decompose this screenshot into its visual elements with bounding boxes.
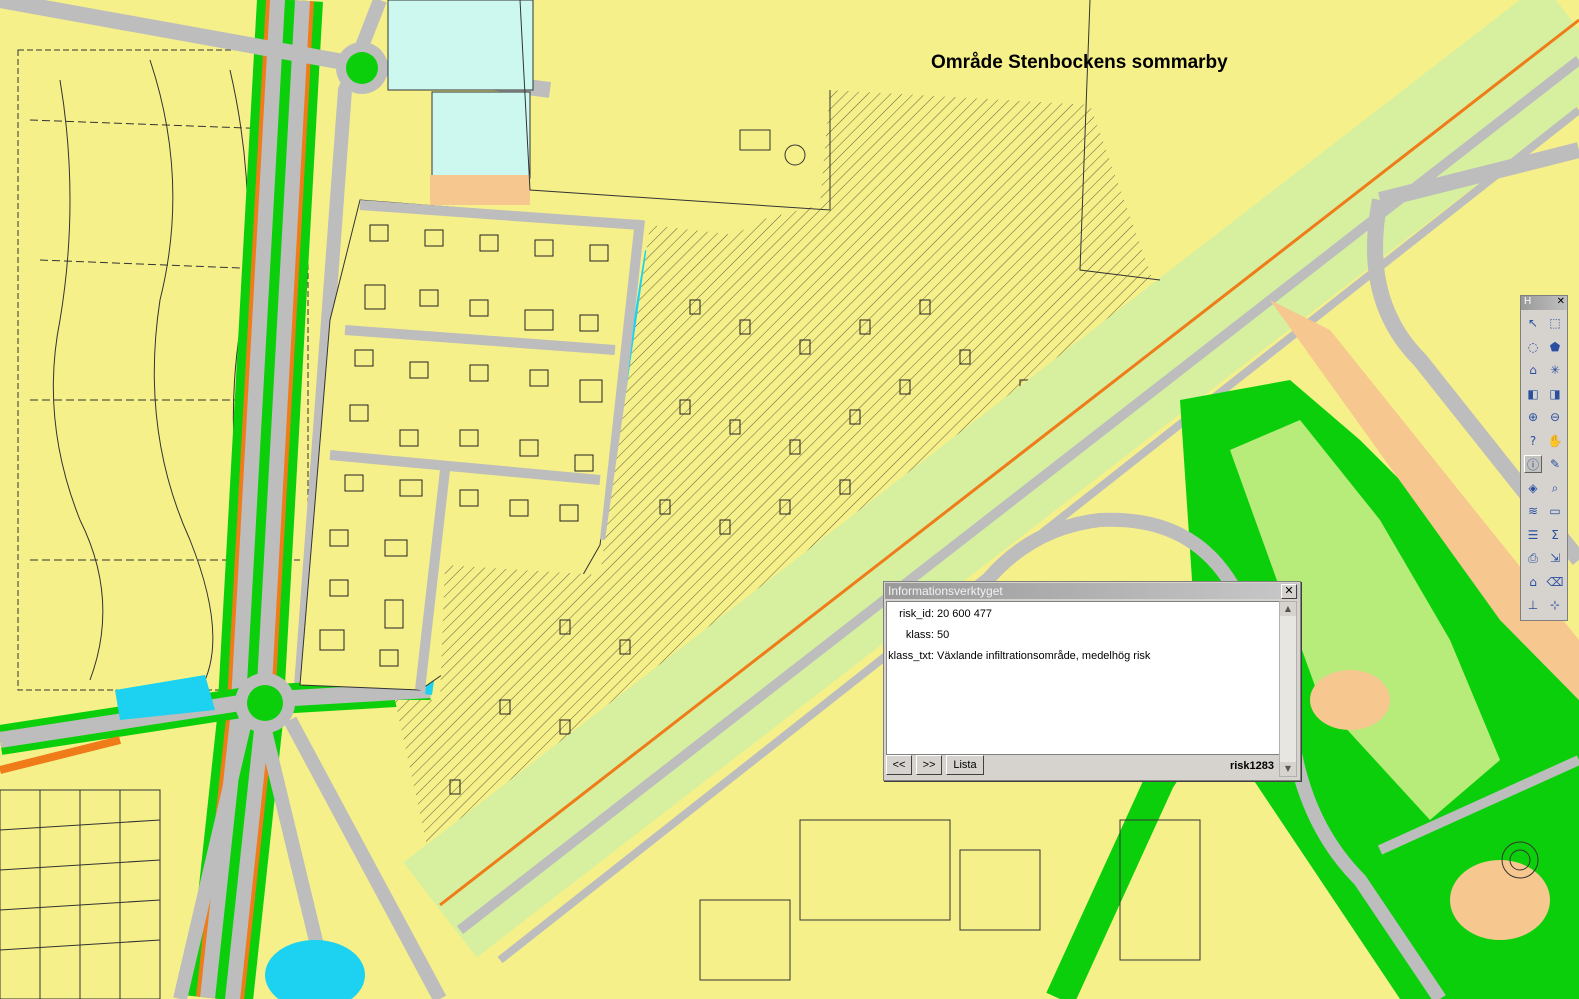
attribute-key: risk_id:: [899, 608, 934, 620]
forward-icon[interactable]: ◨: [1546, 385, 1564, 403]
erase-icon[interactable]: ⌫: [1546, 573, 1564, 591]
select-arrow-icon[interactable]: ↖: [1524, 314, 1542, 332]
export-icon[interactable]: ⇲: [1546, 549, 1564, 567]
measure-icon[interactable]: ✎: [1546, 455, 1564, 473]
ruler-icon[interactable]: ▭: [1546, 502, 1564, 520]
query-icon[interactable]: ?: [1524, 432, 1542, 450]
map-canvas[interactable]: [0, 0, 1579, 999]
toolbar-title: H: [1524, 296, 1532, 307]
attribute-row: klass_txt: Växlande infiltrationsområde,…: [887, 650, 1150, 662]
attribute-row: klass: 50: [887, 629, 949, 641]
layer-id: risk1283: [1229, 760, 1274, 772]
pale-water-area: [387, 0, 534, 91]
select-circle-icon[interactable]: ◌: [1524, 338, 1542, 356]
area-label: Område Stenbockens sommarby: [931, 52, 1228, 73]
attribute-value: Växlande infiltrationsområde, medelhög r…: [937, 650, 1151, 662]
attribute-value: 20 600 477: [937, 608, 993, 620]
info-icon[interactable]: ⓘ: [1524, 455, 1542, 473]
scroll-up-icon[interactable]: ▲: [1280, 602, 1296, 616]
zoom-in-icon[interactable]: ⊕: [1524, 408, 1542, 426]
select-rect-icon[interactable]: ⬚: [1546, 314, 1564, 332]
back-icon[interactable]: ◧: [1524, 385, 1542, 403]
list-button[interactable]: Lista: [946, 755, 984, 775]
crosshair-icon[interactable]: ⊹: [1546, 596, 1564, 614]
attribute-value: 50: [937, 629, 950, 641]
info-attributes-panel: risk_id: 20 600 477 klass: 50 klass_txt:…: [886, 601, 1280, 755]
info-window-titlebar[interactable]: Informationsverktyget ✕: [885, 583, 1299, 599]
identify-icon[interactable]: ⌕: [1546, 479, 1564, 497]
map-toolbar[interactable]: H ✕ ↖ ⬚ ◌ ⬟ ⌂ ✳ ◧ ◨ ⊕ ⊖? ✋ ⓘ ✎ ◈ ⌕ ≋ ▭ ☰ Σ ⎙ ⇲ ⌂ ⌫ ⊥ ⊹: [1520, 295, 1568, 621]
scroll-down-icon[interactable]: ▼: [1280, 762, 1296, 776]
attribute-key: klass_txt:: [888, 650, 934, 662]
info-tool-window[interactable]: Informationsverktyget ✕ risk_id: 20 600 …: [883, 581, 1301, 781]
print-icon[interactable]: ⎙: [1524, 549, 1542, 567]
redline-icon[interactable]: ⌂: [1524, 573, 1542, 591]
select-polygon-icon[interactable]: ⬟: [1546, 338, 1564, 356]
sum-icon[interactable]: Σ: [1546, 526, 1564, 544]
zoom-out-icon[interactable]: ⊖: [1546, 408, 1564, 426]
legend-icon[interactable]: ☰: [1524, 526, 1542, 544]
previous-button[interactable]: <<: [886, 755, 912, 775]
home-icon[interactable]: ⌂: [1524, 361, 1542, 379]
close-icon[interactable]: ✕: [1281, 584, 1297, 599]
layers-icon[interactable]: ≋: [1524, 502, 1542, 520]
refresh-icon[interactable]: ✳: [1546, 361, 1564, 379]
attribute-row: risk_id: 20 600 477: [887, 608, 992, 620]
vertical-scrollbar[interactable]: ▲ ▼: [1279, 601, 1297, 777]
toolbar-close-icon[interactable]: ✕: [1557, 296, 1565, 307]
label-icon[interactable]: ◈: [1524, 479, 1542, 497]
next-button[interactable]: >>: [916, 755, 942, 775]
scalebar-icon[interactable]: ⊥: [1524, 596, 1542, 614]
info-window-title: Informationsverktyget: [888, 584, 1003, 598]
info-window-footer: << >> Lista risk1283: [886, 755, 1278, 777]
pan-hand-icon[interactable]: ✋: [1546, 432, 1564, 450]
toolbar-titlebar[interactable]: H ✕: [1521, 296, 1567, 310]
attribute-key: klass:: [905, 629, 934, 641]
